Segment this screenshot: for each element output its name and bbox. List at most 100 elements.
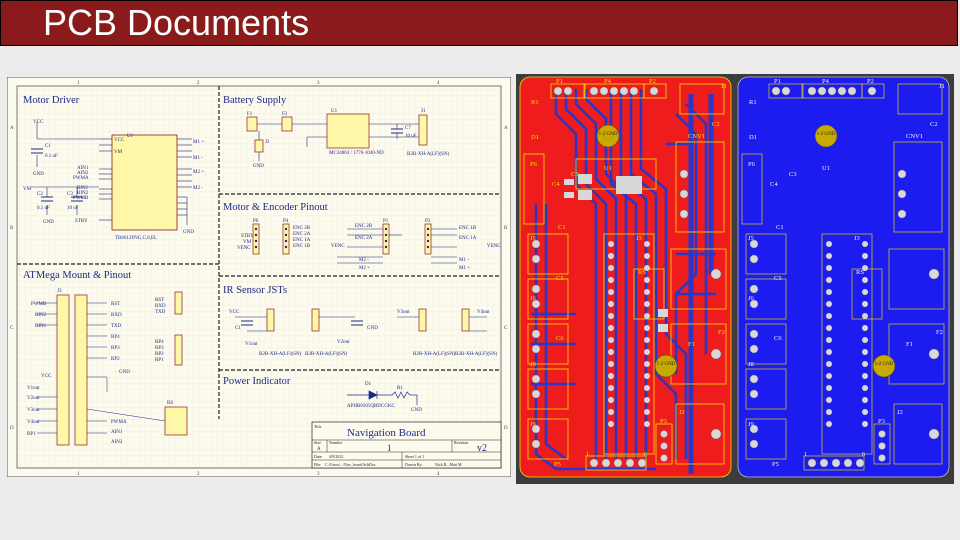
svg-text:RP2: RP2: [155, 352, 164, 357]
svg-text:RP4: RP4: [111, 335, 120, 340]
pcb-bottom-layer: 1-2 GND 1-2 GND P1 P4 P2 J1 R1 D1 C2 CNV…: [737, 76, 950, 478]
svg-text:RP4: RP4: [155, 340, 164, 345]
svg-text:4/9/2022: 4/9/2022: [329, 454, 343, 459]
svg-text:A: A: [317, 447, 321, 452]
svg-text:RS: RS: [167, 401, 173, 406]
row-label: D: [504, 426, 508, 431]
svg-text:P2: P2: [867, 78, 874, 85]
svg-text:C:\Users\...\Nav_board.SchDoc: C:\Users\...\Nav_board.SchDoc: [325, 462, 376, 467]
svg-text:VM: VM: [243, 240, 252, 245]
svg-text:R1: R1: [397, 386, 403, 391]
svg-text:P4: P4: [822, 78, 830, 85]
svg-text:J2: J2: [265, 140, 270, 145]
svg-text:GND: GND: [253, 164, 264, 169]
svg-text:ENC 2A: ENC 2A: [293, 232, 311, 237]
svg-text:J6: J6: [748, 295, 755, 302]
svg-text:File:: File:: [314, 462, 321, 467]
row-label: A: [10, 126, 14, 131]
svg-text:D1: D1: [365, 382, 372, 387]
svg-text:P6: P6: [748, 161, 756, 168]
svg-text:B2B-XH-A(LF)(SN): B2B-XH-A(LF)(SN): [305, 352, 348, 357]
svg-text:0.1 uF: 0.1 uF: [45, 154, 58, 159]
svg-text:B2B-XH-A(LF)(SN): B2B-XH-A(LF)(SN): [259, 352, 302, 357]
svg-text:J9: J9: [748, 421, 754, 428]
svg-text:P2: P2: [649, 78, 656, 85]
svg-text:Number: Number: [329, 440, 343, 445]
svg-text:1: 1: [387, 443, 392, 453]
svg-text:V3out: V3out: [397, 310, 410, 315]
svg-text:P1: P1: [556, 78, 563, 85]
svg-text:J3: J3: [854, 235, 860, 242]
svg-text:P1: P1: [774, 78, 781, 85]
svg-text:VM: VM: [114, 150, 123, 155]
svg-text:10 uF: 10 uF: [67, 206, 79, 211]
svg-text:BIN2: BIN2: [35, 313, 47, 318]
svg-text:V4out: V4out: [477, 310, 490, 315]
svg-text:J5: J5: [530, 235, 536, 242]
svg-text:Title: Title: [314, 424, 322, 429]
svg-text:M1 -: M1 -: [459, 258, 469, 263]
svg-text:M1 +: M1 +: [459, 266, 470, 271]
svg-text:GND: GND: [43, 220, 54, 225]
svg-text:PWMB: PWMB: [31, 302, 47, 307]
svg-text:VM: VM: [23, 187, 32, 192]
svg-text:C4: C4: [552, 181, 560, 188]
svg-text:V1out: V1out: [27, 386, 40, 391]
svg-text:1: 1: [804, 451, 807, 458]
svg-text:V3out: V3out: [27, 408, 40, 413]
svg-text:M2 +: M2 +: [359, 266, 370, 271]
svg-text:J3: J3: [636, 235, 642, 242]
svg-text:C1: C1: [235, 326, 241, 331]
svg-text:P2: P2: [425, 219, 431, 224]
svg-text:1: 1: [586, 451, 589, 458]
svg-text:RXD: RXD: [155, 304, 166, 309]
section-title-power-indicator: Power Indicator: [223, 376, 291, 387]
svg-text:GND: GND: [119, 370, 130, 375]
svg-text:C1: C1: [45, 144, 51, 149]
slide-title: PCB Documents: [43, 2, 310, 43]
pcb-top-layer: 1-2 GND 1-2 GND P1 P4 P2 J1 R1 D1 C2 CNV…: [519, 76, 732, 478]
svg-text:GND: GND: [367, 326, 378, 331]
svg-text:ENC 1B: ENC 1B: [293, 244, 311, 249]
svg-text:ENC 2A: ENC 2A: [355, 236, 373, 241]
svg-text:CNV1: CNV1: [906, 133, 923, 140]
svg-text:RS: RS: [856, 269, 864, 276]
svg-text:MC34063 / 1776-1040-ND: MC34063 / 1776-1040-ND: [329, 151, 384, 156]
svg-text:R1: R1: [749, 99, 757, 106]
svg-text:P1: P1: [383, 219, 389, 224]
svg-text:U1: U1: [127, 134, 134, 139]
svg-text:F1: F1: [688, 341, 695, 348]
svg-text:F2: F2: [282, 112, 288, 117]
svg-text:TXD: TXD: [155, 310, 166, 315]
svg-text:0.1 uF: 0.1 uF: [37, 206, 50, 211]
svg-text:GND: GND: [411, 408, 422, 413]
svg-text:VENC: VENC: [237, 246, 251, 251]
svg-text:1-2 GND: 1-2 GND: [875, 362, 894, 367]
svg-text:B2B-XH-A(LF)(SN): B2B-XH-A(LF)(SN): [413, 352, 456, 357]
svg-text:BIN1: BIN1: [35, 324, 47, 329]
svg-text:RST: RST: [111, 302, 120, 307]
svg-text:B2B-XH-A(LF)(SN): B2B-XH-A(LF)(SN): [455, 352, 498, 357]
svg-text:VENC: VENC: [487, 244, 501, 249]
svg-text:F1: F1: [247, 112, 253, 117]
svg-text:GND: GND: [183, 230, 194, 235]
svg-text:RP2: RP2: [111, 357, 120, 362]
svg-text:C6: C6: [556, 335, 564, 342]
svg-text:J3: J3: [57, 289, 62, 294]
svg-text:APHB0305QBDCGKC: APHB0305QBDCGKC: [347, 404, 395, 409]
svg-text:J6: J6: [530, 295, 537, 302]
svg-text:D1: D1: [531, 134, 539, 141]
svg-text:C2: C2: [930, 121, 938, 128]
svg-text:J8: J8: [530, 361, 536, 368]
svg-text:1-2 GND: 1-2 GND: [657, 362, 676, 367]
svg-text:RP3: RP3: [111, 346, 120, 351]
svg-text:M2 -: M2 -: [193, 186, 203, 191]
svg-text:RP3: RP3: [155, 346, 164, 351]
svg-text:J9: J9: [530, 421, 536, 428]
svg-text:PWMB: PWMB: [73, 196, 89, 201]
svg-text:C5: C5: [774, 275, 782, 282]
section-title-atmega: ATMega Mount & Pinout: [23, 270, 131, 281]
svg-text:RP1: RP1: [155, 358, 164, 363]
svg-text:Revision: Revision: [454, 440, 468, 445]
title-block: Title Navigation Board Size A Number 1 R…: [311, 421, 502, 469]
